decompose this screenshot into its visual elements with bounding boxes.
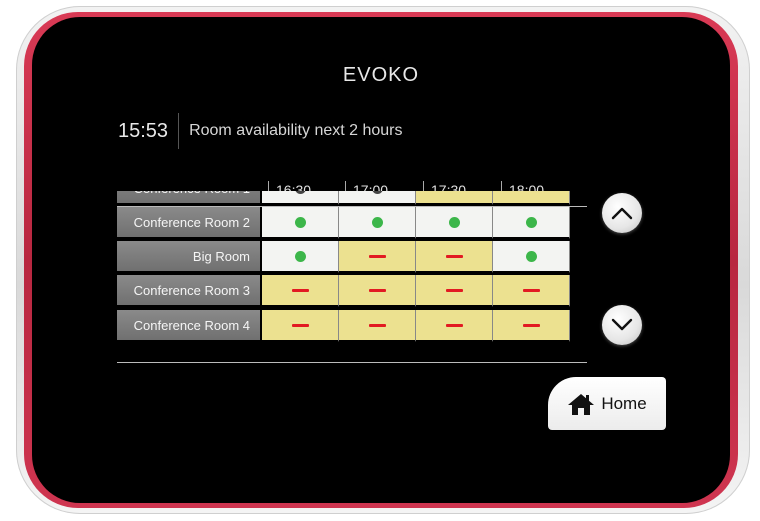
busy-dash-icon bbox=[522, 323, 540, 327]
slot-free[interactable] bbox=[416, 207, 493, 239]
room-row[interactable]: Conference Room 4 bbox=[117, 310, 587, 342]
room-name: Conference Room 2 bbox=[117, 207, 262, 239]
slot-busy[interactable] bbox=[339, 275, 416, 307]
available-dot-icon bbox=[294, 250, 306, 262]
busy-dash-icon bbox=[368, 288, 386, 292]
header: 15:53 Room availability next 2 hours bbox=[118, 113, 403, 149]
slot-busy[interactable] bbox=[416, 191, 493, 205]
slot-busy[interactable] bbox=[339, 310, 416, 342]
slot-free[interactable] bbox=[493, 241, 570, 273]
slot-busy[interactable] bbox=[493, 310, 570, 342]
room-name: Conference Room 1 bbox=[117, 191, 262, 205]
available-dot-icon bbox=[448, 216, 460, 228]
chevron-down-icon bbox=[611, 318, 633, 331]
brand-logo: EVOKO bbox=[342, 64, 420, 86]
slot-free[interactable] bbox=[262, 191, 339, 205]
slot-free[interactable] bbox=[493, 207, 570, 239]
room-name: Conference Room 3 bbox=[117, 275, 262, 307]
available-dot-icon bbox=[371, 216, 383, 228]
room-row[interactable]: Conference Room 3 bbox=[117, 275, 587, 307]
screen: EVOKO 15:53 Room availability next 2 hou… bbox=[32, 17, 730, 503]
chevron-up-icon bbox=[611, 207, 633, 220]
slot-free[interactable] bbox=[262, 241, 339, 273]
busy-dash-icon bbox=[368, 254, 386, 258]
room-name: Conference Room 4 bbox=[117, 310, 262, 342]
slot-busy[interactable] bbox=[262, 275, 339, 307]
busy-dash-icon bbox=[445, 288, 463, 292]
available-dot-icon bbox=[371, 191, 383, 194]
scroll-up-button[interactable] bbox=[602, 193, 642, 233]
busy-dash-icon bbox=[522, 288, 540, 292]
available-dot-icon bbox=[525, 216, 537, 228]
room-row[interactable]: Conference Room 2 bbox=[117, 207, 587, 239]
slot-busy[interactable] bbox=[416, 310, 493, 342]
slot-busy[interactable] bbox=[493, 275, 570, 307]
room-name: Big Room bbox=[117, 241, 262, 273]
home-button[interactable]: Home bbox=[548, 377, 666, 430]
header-divider bbox=[178, 113, 180, 149]
slot-busy[interactable] bbox=[262, 310, 339, 342]
house-icon bbox=[568, 393, 595, 415]
room-row[interactable]: Big Room bbox=[117, 241, 587, 273]
slot-busy[interactable] bbox=[416, 275, 493, 307]
room-row[interactable]: Conference Room 1 bbox=[117, 191, 587, 205]
slot-free[interactable] bbox=[262, 207, 339, 239]
busy-dash-icon bbox=[368, 323, 386, 327]
page-title: Room availability next 2 hours bbox=[189, 122, 403, 139]
slot-busy[interactable] bbox=[416, 241, 493, 273]
busy-dash-icon bbox=[445, 323, 463, 327]
slot-busy[interactable] bbox=[339, 241, 416, 273]
slot-busy[interactable] bbox=[493, 191, 570, 205]
availability-grid[interactable]: Conference Room 1 Conference Room 2Big Ro… bbox=[117, 191, 587, 363]
scroll-down-button[interactable] bbox=[602, 305, 642, 345]
home-button-label: Home bbox=[601, 393, 647, 413]
available-dot-icon bbox=[294, 191, 306, 194]
available-dot-icon bbox=[294, 216, 306, 228]
current-time: 15:53 bbox=[118, 119, 169, 142]
busy-dash-icon bbox=[291, 288, 309, 292]
slot-free[interactable] bbox=[339, 207, 416, 239]
grid-divider bbox=[117, 206, 587, 207]
busy-dash-icon bbox=[291, 323, 309, 327]
grid-divider bbox=[117, 362, 587, 363]
available-dot-icon bbox=[525, 250, 537, 262]
slot-free[interactable] bbox=[339, 191, 416, 205]
busy-dash-icon bbox=[445, 254, 463, 258]
